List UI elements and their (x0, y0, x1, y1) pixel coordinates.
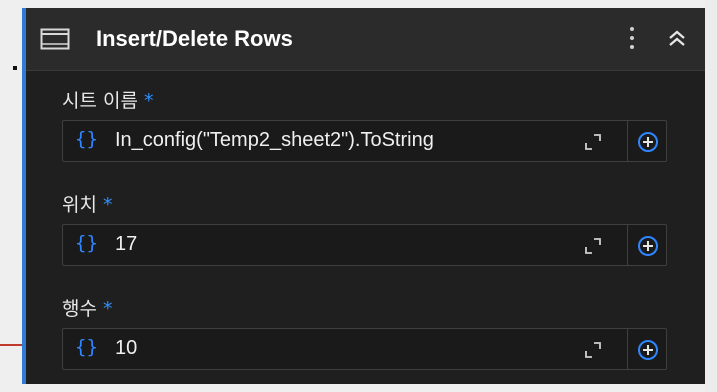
sheet-name-add-button[interactable] (627, 120, 667, 162)
required-marker: * (102, 194, 113, 216)
field-label-row-count: 행수 * (62, 294, 112, 321)
field-label-text: 시트 이름 (62, 90, 138, 112)
workspace-top-edge (0, 0, 717, 8)
expand-icon[interactable] (585, 342, 601, 358)
expression-brace-icon: {} (75, 128, 98, 150)
plus-circle-icon (638, 340, 658, 360)
plus-circle-icon (638, 132, 658, 152)
required-marker: * (143, 90, 154, 112)
connector-dot (13, 66, 17, 70)
chevron-double-up-icon[interactable] (666, 28, 688, 48)
position-input[interactable]: {} 17 (62, 224, 662, 266)
window-icon (40, 28, 70, 50)
kebab-icon[interactable] (628, 24, 636, 52)
field-label-position: 위치 * (62, 190, 112, 217)
row-count-value[interactable]: 10 (115, 337, 137, 360)
position-add-button[interactable] (627, 224, 667, 266)
expression-brace-icon: {} (75, 336, 98, 358)
row-count-add-button[interactable] (627, 328, 667, 370)
sheet-name-value[interactable]: In_config("Temp2_sheet2").ToString (115, 129, 434, 152)
sheet-name-input[interactable]: {} In_config("Temp2_sheet2").ToString (62, 120, 662, 162)
activity-card[interactable]: Insert/Delete Rows 시트 이름 * {} In_config("… (22, 8, 705, 384)
row-count-input[interactable]: {} 10 (62, 328, 662, 370)
required-marker: * (102, 298, 113, 320)
expand-icon[interactable] (585, 134, 601, 150)
workspace-bottom-edge (0, 384, 717, 392)
expression-brace-icon: {} (75, 232, 98, 254)
activity-header[interactable]: Insert/Delete Rows (26, 8, 705, 71)
activity-title: Insert/Delete Rows (96, 26, 293, 51)
expand-icon[interactable] (585, 238, 601, 254)
plus-circle-icon (638, 236, 658, 256)
workspace-left-edge (0, 0, 22, 392)
connector-line (0, 344, 22, 346)
field-label-sheet-name: 시트 이름 * (62, 86, 153, 113)
field-label-text: 행수 (62, 298, 97, 320)
position-value[interactable]: 17 (115, 233, 137, 256)
workspace-right-edge (705, 0, 717, 392)
field-label-text: 위치 (62, 194, 97, 216)
